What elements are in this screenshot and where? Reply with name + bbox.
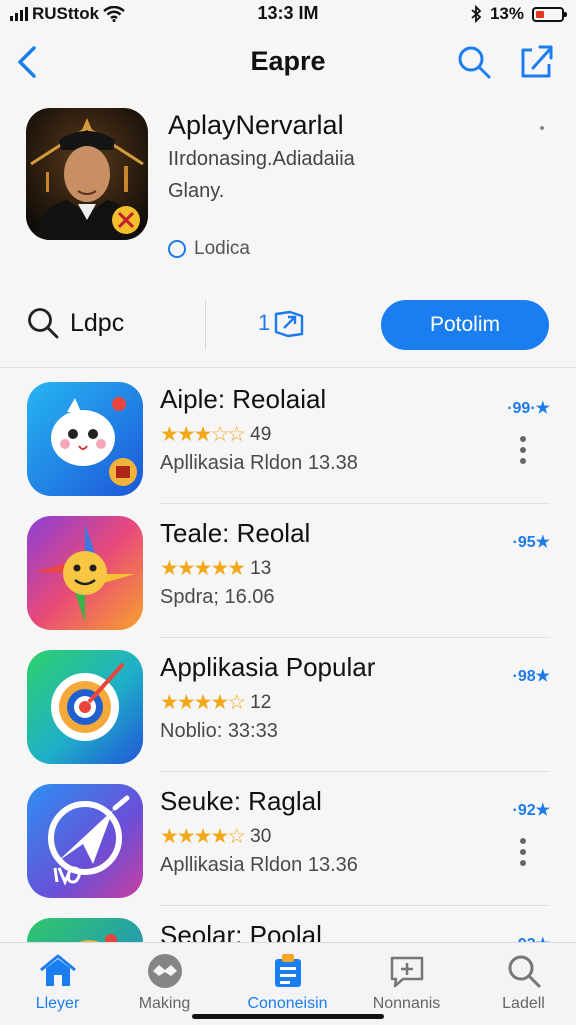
app-rating: ★★★☆☆ 49 (160, 422, 271, 447)
location-label: Lodica (194, 238, 250, 259)
tab-apps-label: Cononeisin (247, 995, 328, 1012)
rating-stars: ★★★★☆ (160, 825, 246, 848)
featured-app-subtitle: IIrdonasing.Adiadaiia (168, 148, 355, 170)
list-item[interactable]: Teale: Reolal ★★★★★ 13 Spdra; 16.06 ·95★ (0, 504, 576, 638)
price-button[interactable]: ·92★ (513, 934, 550, 942)
action-row: Ldpc 1 Potolim (0, 300, 576, 352)
filter-search-label: Ldpc (70, 308, 125, 337)
tag-filter-label: 1 (258, 310, 271, 335)
tag-icon (275, 310, 304, 338)
app-rating: ★★★★☆ 30 (160, 824, 271, 849)
tab-home-label: Lleyer (35, 995, 80, 1012)
battery-icon (532, 6, 567, 22)
featured-app-icon[interactable] (26, 108, 148, 240)
app-title: Teale: Reolal (160, 518, 311, 548)
section-divider (0, 367, 576, 368)
rating-stars: ★★★★☆ (160, 691, 246, 714)
featured-app-subtitle-2: Glany. (168, 180, 225, 202)
tab-messages[interactable]: Nonnanis (349, 951, 464, 1013)
app-subtitle: Noblio: 33:33 (160, 720, 278, 742)
app-rating: ★★★★★ 13 (160, 556, 271, 581)
dot-indicator (540, 126, 544, 130)
tab-search[interactable]: Ladell (466, 951, 576, 1013)
app-list: Aiple: Reolaial ★★★☆☆ 49 Apllikasia Rldo… (0, 370, 576, 942)
app-title: Aiple: Reolaial (160, 384, 327, 414)
list-item[interactable]: Seolar: Poolal ·92★ (0, 906, 576, 942)
divider (205, 300, 206, 350)
status-bar: RUSttok 13:3 IM 13% (0, 0, 576, 28)
status-right: 13% (470, 4, 567, 24)
app-icon (27, 650, 143, 764)
app-rating: ★★★★☆ 12 (160, 690, 271, 715)
location-ring-icon (168, 240, 186, 258)
app-title: Seuke: Raglal (160, 786, 322, 816)
home-indicator[interactable] (192, 1014, 384, 1019)
price-button[interactable]: ·95★ (513, 532, 550, 552)
nav-bar: Eapre (0, 38, 576, 88)
tab-home[interactable]: Lleyer (0, 951, 115, 1013)
search-icon[interactable] (456, 44, 492, 80)
price-button[interactable]: ·92★ (513, 800, 550, 820)
apps-icon (274, 954, 301, 987)
tag-filter[interactable]: 1 (258, 306, 306, 340)
list-item[interactable]: Seuke: Raglal ★★★★☆ 30 Apllikasia Rldon … (0, 772, 576, 906)
featured-app-title: AplayNervarlal (168, 110, 344, 140)
rating-value: 13 (250, 557, 272, 579)
app-icon (27, 382, 143, 496)
bluetooth-icon (471, 5, 482, 23)
primary-action-button[interactable]: Potolim (381, 300, 549, 350)
app-icon (27, 784, 143, 898)
location-link[interactable]: Lodica (168, 238, 250, 260)
rating-value: 12 (250, 691, 272, 713)
message-icon (390, 956, 423, 988)
home-icon (39, 954, 76, 986)
app-icon (27, 516, 143, 630)
tab-making-label: Making (138, 995, 191, 1012)
tab-apps[interactable]: Cononeisin (230, 951, 345, 1013)
app-icon (27, 918, 143, 942)
price-button[interactable]: ·98★ (513, 666, 550, 686)
app-subtitle: Apllikasia Rldon 13.38 (160, 452, 358, 474)
app-subtitle: Apllikasia Rldon 13.36 (160, 854, 358, 876)
tab-search-label: Ladell (502, 995, 545, 1012)
rating-stars: ★★★☆☆ (160, 423, 246, 446)
battery-percent: 13% (489, 4, 524, 23)
search-icon (28, 308, 59, 339)
gamepad-icon (147, 954, 182, 988)
featured-app: AplayNervarlal IIrdonasing.Adiadaiia Gla… (0, 108, 576, 260)
app-subtitle: Spdra; 16.06 (160, 586, 275, 608)
rating-value: 30 (250, 825, 272, 847)
share-icon[interactable] (518, 42, 556, 80)
filter-search[interactable]: Ldpc (26, 306, 124, 340)
list-item[interactable]: Aiple: Reolaial ★★★☆☆ 49 Apllikasia Rldo… (0, 370, 576, 504)
more-icon[interactable] (520, 838, 528, 872)
list-item[interactable]: Applikasia Popular ★★★★☆ 12 Noblio: 33:3… (0, 638, 576, 772)
tab-making[interactable]: Making (107, 951, 222, 1013)
tab-bar: Lleyer Making Cononeisin Nonnanis Ladell (0, 942, 576, 1025)
more-icon[interactable] (520, 436, 528, 470)
app-title: Applikasia Popular (160, 652, 376, 682)
rating-value: 49 (250, 423, 272, 445)
tab-messages-label: Nonnanis (372, 995, 441, 1012)
price-button[interactable]: ·99·★ (507, 398, 550, 418)
rating-stars: ★★★★★ (160, 557, 246, 580)
search-icon (508, 955, 540, 988)
app-title: Seolar: Poolal (160, 920, 322, 942)
